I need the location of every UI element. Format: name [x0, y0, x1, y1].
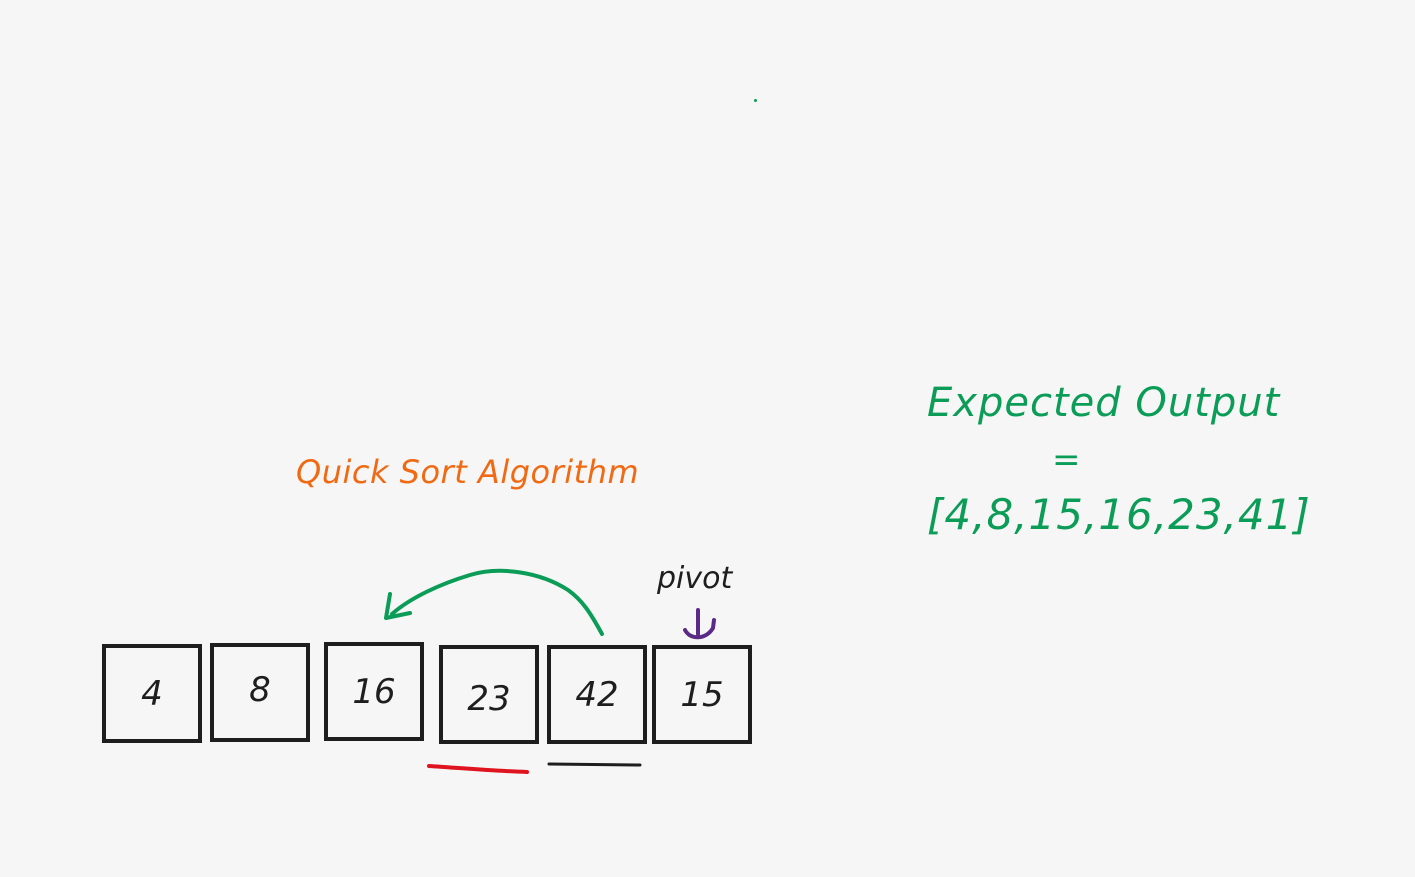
annotation-strokes [384, 568, 716, 774]
down-arrow-icon [683, 608, 716, 640]
whiteboard-canvas: Quick Sort Algorithm Expected Output = [… [0, 0, 1415, 877]
left-partition-underline [427, 764, 529, 774]
right-partition-underline [547, 762, 642, 767]
curved-arrow-left-icon [384, 568, 604, 636]
